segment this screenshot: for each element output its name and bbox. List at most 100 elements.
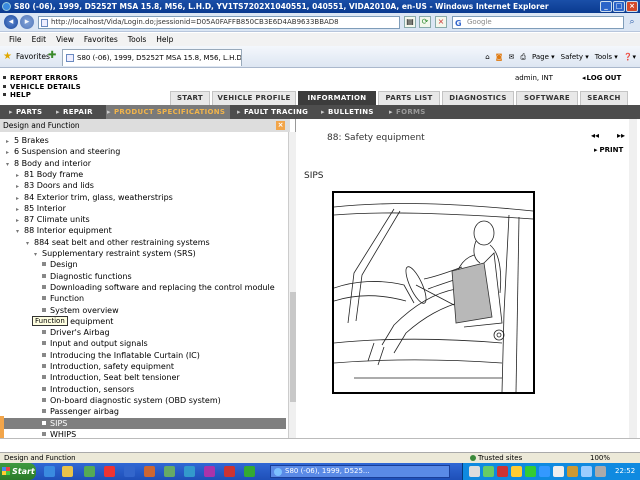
compatibility-icon[interactable]: ▤	[404, 16, 416, 28]
tab-information[interactable]: INFORMATION	[298, 91, 376, 105]
refresh-icon[interactable]: ⟳	[419, 16, 431, 28]
document-bullet-icon[interactable]	[42, 330, 46, 335]
stop-icon[interactable]: ×	[435, 16, 447, 28]
close-button[interactable]: ×	[626, 1, 638, 12]
search-icon[interactable]: ⌕	[626, 16, 638, 29]
tree-item[interactable]: ▸ 85 Interior	[16, 203, 66, 214]
security-zone[interactable]: Trusted sites	[470, 453, 522, 463]
tools-menu[interactable]: Tools ▾	[595, 50, 618, 64]
quicklaunch-app9-icon[interactable]	[244, 466, 255, 477]
tree-item[interactable]: System overview	[42, 305, 119, 316]
document-bullet-icon[interactable]	[42, 307, 46, 312]
tree-item[interactable]: Function	[42, 293, 84, 304]
favorites-button[interactable]: ★ Favorites	[2, 50, 50, 64]
tree-item[interactable]: Design	[42, 259, 78, 270]
document-bullet-icon[interactable]	[42, 296, 46, 301]
document-scrollbar[interactable]	[629, 119, 637, 438]
tray-icon-6[interactable]	[539, 466, 550, 477]
document-bullet-icon[interactable]	[42, 409, 46, 414]
tree-item[interactable]: ▾ Supplementary restraint system (SRS)	[34, 248, 196, 259]
tree-item[interactable]: Input and output signals	[42, 338, 148, 349]
document-bullet-icon[interactable]	[42, 352, 46, 357]
tree-item[interactable]: ▾ 8 Body and interior	[6, 158, 91, 169]
tree-item[interactable]: SIPS	[0, 417, 286, 429]
document-bullet-icon[interactable]	[42, 341, 46, 346]
tree-item[interactable]: ▸ 84 Exterior trim, glass, weatherstrips	[16, 192, 173, 203]
quicklaunch-app-icon[interactable]	[84, 466, 95, 477]
expand-arrow-icon[interactable]: ▾	[16, 226, 24, 237]
tree-item[interactable]: Passenger airbag	[42, 406, 119, 417]
document-bullet-icon[interactable]	[42, 284, 46, 289]
document-bullet-icon[interactable]	[42, 364, 46, 368]
menu-tools[interactable]: Tools	[123, 33, 151, 46]
print-icon[interactable]: ⎙	[520, 50, 526, 64]
tree-item[interactable]: Introduction, safety equipment	[42, 361, 174, 372]
tree-scrollbar[interactable]	[288, 132, 296, 438]
tree-item[interactable]: ▸ 81 Body frame	[16, 169, 83, 180]
subnav-product-specifications[interactable]: PRODUCT SPECIFICATIONS	[106, 105, 230, 119]
subnav-parts[interactable]: PARTS	[8, 105, 42, 119]
tray-icon-5[interactable]	[525, 466, 536, 477]
tab-start[interactable]: START	[170, 91, 210, 105]
search-input[interactable]: G Google	[452, 16, 624, 29]
zoom-level[interactable]: 100%	[590, 453, 610, 463]
next-document-icon[interactable]: ▸▸	[617, 131, 625, 140]
tray-icon-3[interactable]	[497, 466, 508, 477]
tree-item[interactable]: On-board diagnostic system (OBD system)	[42, 395, 221, 406]
tab-diagnostics[interactable]: DIAGNOSTICS	[442, 91, 514, 105]
tab-parts-list[interactable]: PARTS LIST	[378, 91, 440, 105]
tree-item[interactable]: ▾ 88 Interior equipment	[16, 225, 112, 236]
tree-item[interactable]: Introduction, Seat belt tensioner	[42, 372, 180, 383]
menu-view[interactable]: View	[51, 33, 79, 46]
document-bullet-icon[interactable]	[42, 420, 46, 425]
pane-resize-handle[interactable]	[0, 416, 4, 438]
tray-icon-9[interactable]	[581, 466, 592, 477]
quicklaunch-app4-icon[interactable]	[144, 466, 155, 477]
subnav-fault-tracing[interactable]: FAULT TRACING	[236, 105, 308, 119]
browser-tab[interactable]: S80 (-06), 1999, D5252T MSA 15.8, M56, L…	[62, 49, 242, 66]
help-menu[interactable]: ❓▾	[624, 50, 636, 64]
quicklaunch-app8-icon[interactable]	[224, 466, 235, 477]
expand-arrow-icon[interactable]: ▾	[26, 238, 34, 249]
tab-vehicle-profile[interactable]: VEHICLE PROFILE	[212, 91, 296, 105]
previous-document-icon[interactable]: ◂◂	[591, 131, 599, 140]
mail-icon[interactable]: ✉	[508, 50, 514, 64]
taskbar-window-button[interactable]: S80 (-06), 1999, D525...	[270, 465, 450, 478]
tree-item[interactable]: Introduction, sensors	[42, 384, 134, 395]
menu-help[interactable]: Help	[151, 33, 178, 46]
tree-item[interactable]: ▸ 6 Suspension and steering	[6, 146, 120, 157]
tab-software[interactable]: SOFTWARE	[516, 91, 578, 105]
add-favorite-icon[interactable]: ✚	[48, 51, 58, 61]
expand-arrow-icon[interactable]: ▾	[34, 249, 42, 260]
print-link[interactable]: PRINT	[594, 146, 624, 154]
tray-icon-8[interactable]	[567, 466, 578, 477]
tree-item[interactable]: ▸ 83 Doors and lids	[16, 180, 94, 191]
pane-close-icon[interactable]: ×	[276, 121, 285, 130]
menu-file[interactable]: File	[4, 33, 27, 46]
tree-item[interactable]: ▸ 5 Brakes	[6, 135, 49, 146]
tree-item[interactable]: Downloading software and replacing the c…	[42, 282, 275, 293]
quicklaunch-ie-icon[interactable]	[44, 466, 55, 477]
page-menu[interactable]: Page ▾	[532, 50, 555, 64]
document-bullet-icon[interactable]	[42, 397, 46, 402]
tray-icon-1[interactable]	[469, 466, 480, 477]
quicklaunch-app2-icon[interactable]	[104, 466, 115, 477]
tree-item[interactable]: Introducing the Inflatable Curtain (IC)	[42, 350, 200, 361]
menu-favorites[interactable]: Favorites	[79, 33, 123, 46]
feeds-icon[interactable]: ◙	[496, 50, 503, 64]
report-errors-link[interactable]: REPORT ERRORS	[3, 74, 81, 83]
tray-icon-10[interactable]	[595, 466, 606, 477]
document-bullet-icon[interactable]	[42, 431, 46, 436]
menu-edit[interactable]: Edit	[27, 33, 52, 46]
document-bullet-icon[interactable]	[42, 386, 46, 391]
tray-icon-2[interactable]	[483, 466, 494, 477]
vehicle-details-link[interactable]: VEHICLE DETAILS	[3, 83, 81, 92]
minimize-button[interactable]: _	[600, 1, 612, 12]
subnav-repair[interactable]: REPAIR	[55, 105, 93, 119]
document-bullet-icon[interactable]	[42, 262, 46, 267]
tree-item[interactable]: Diagnostic functions	[42, 271, 132, 282]
subnav-forms[interactable]: FORMS	[388, 105, 426, 119]
expand-arrow-icon[interactable]: ▾	[6, 159, 14, 170]
forward-button[interactable]: ▸	[20, 15, 34, 29]
back-button[interactable]: ◂	[4, 15, 18, 29]
